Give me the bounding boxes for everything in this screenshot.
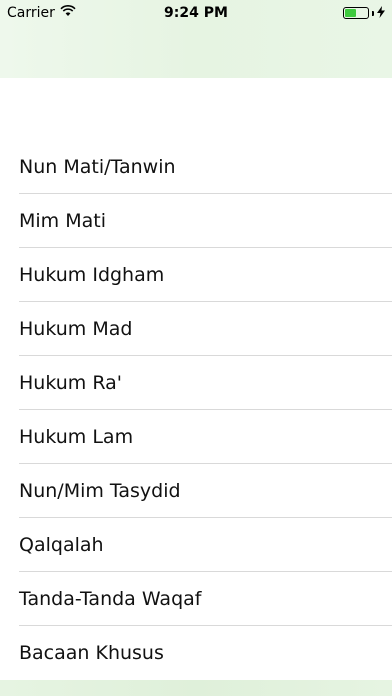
battery-icon (343, 7, 369, 19)
list-item-label: Hukum Lam (19, 426, 134, 448)
list-item-label: Nun/Mim Tasydid (19, 480, 181, 502)
list-item-label: Mim Mati (19, 210, 106, 232)
list-item[interactable]: Qalqalah (0, 518, 392, 572)
battery-level (345, 9, 356, 17)
list-item[interactable]: Tanda-Tanda Waqaf (0, 572, 392, 626)
wifi-icon (60, 5, 76, 21)
list-item-label: Tanda-Tanda Waqaf (19, 588, 202, 610)
topic-list: Nun Mati/Tanwin Mim Mati Hukum Idgham Hukum… (0, 140, 392, 680)
status-bar: Carrier 9:24 PM (0, 0, 392, 26)
list-item[interactable]: Hukum Idgham (0, 248, 392, 302)
status-right (343, 6, 385, 20)
list-item-label: Hukum Mad (19, 318, 133, 340)
list-item[interactable]: Hukum Ra' (0, 356, 392, 410)
list-item[interactable]: Nun/Mim Tasydid (0, 464, 392, 518)
list-item[interactable]: Bacaan Khusus (0, 626, 392, 680)
list-item-label: Bacaan Khusus (19, 642, 164, 664)
list-item-label: Nun Mati/Tanwin (19, 156, 176, 178)
toolbar (0, 680, 392, 696)
list-item[interactable]: Nun Mati/Tanwin (0, 140, 392, 194)
charging-bolt-icon (377, 6, 385, 20)
status-left: Carrier (7, 5, 76, 21)
carrier-label: Carrier (7, 5, 55, 21)
list-item-label: Qalqalah (19, 534, 104, 556)
list-item[interactable]: Hukum Lam (0, 410, 392, 464)
list-item-label: Hukum Idgham (19, 264, 165, 286)
list-item[interactable]: Mim Mati (0, 194, 392, 248)
list-item[interactable]: Hukum Mad (0, 302, 392, 356)
list-item-label: Hukum Ra' (19, 372, 122, 394)
battery-nub (372, 10, 374, 16)
